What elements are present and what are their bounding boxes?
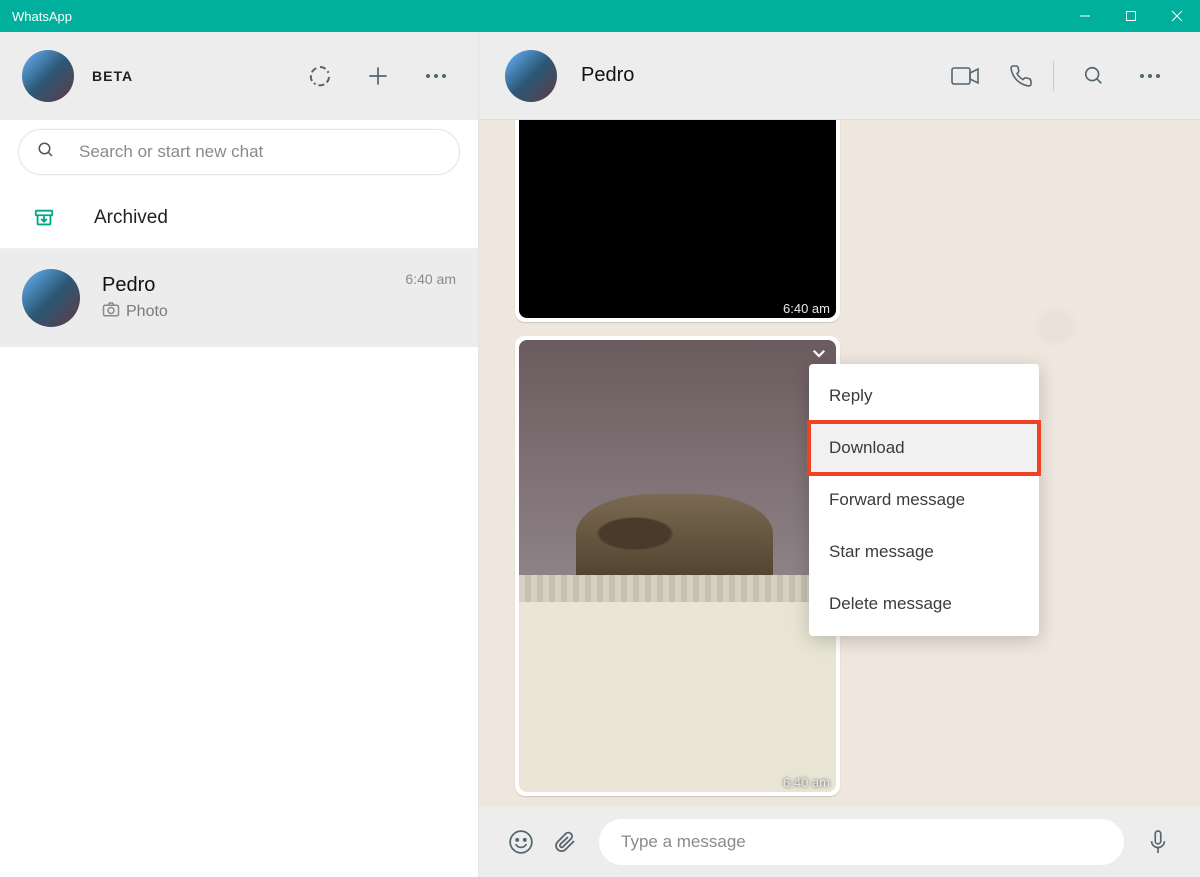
chat-preview: Photo (102, 301, 405, 322)
profile-avatar[interactable] (22, 50, 74, 102)
ctx-star[interactable]: Star message (809, 526, 1039, 578)
window-minimize-button[interactable] (1062, 0, 1108, 32)
beta-badge: BETA (92, 68, 133, 84)
window-maximize-button[interactable] (1108, 0, 1154, 32)
messages-area[interactable]: 6:40 am 6:40 am Reply (479, 120, 1200, 807)
emoji-icon[interactable] (499, 820, 543, 864)
message-menu-chevron-icon[interactable] (808, 342, 830, 364)
archived-icon (22, 207, 66, 229)
ctx-reply[interactable]: Reply (809, 370, 1039, 422)
new-chat-icon[interactable] (358, 56, 398, 96)
ctx-forward[interactable]: Forward message (809, 474, 1039, 526)
video-call-icon[interactable] (941, 52, 989, 100)
message-time: 6:40 am (783, 301, 830, 316)
chat-preview-text: Photo (126, 303, 168, 321)
header-separator (1053, 61, 1054, 91)
message-input[interactable]: Type a message (599, 819, 1124, 865)
photo-icon (102, 301, 126, 322)
sidebar-header: BETA (0, 32, 478, 120)
menu-icon[interactable] (416, 56, 456, 96)
chat-name: Pedro (102, 274, 405, 297)
window-close-button[interactable] (1154, 0, 1200, 32)
message-bubble[interactable]: 6:40 am (515, 336, 840, 796)
archived-label: Archived (94, 207, 168, 229)
message-time: 6:40 am (783, 775, 830, 790)
conversation-pane: Pedro (479, 32, 1200, 877)
contact-avatar[interactable] (505, 50, 557, 102)
composer: Type a message (479, 807, 1200, 877)
attach-icon[interactable] (543, 820, 587, 864)
microphone-icon[interactable] (1136, 820, 1180, 864)
search-placeholder: Search or start new chat (79, 142, 263, 162)
window-title: WhatsApp (12, 9, 72, 24)
conversation-menu-icon[interactable] (1126, 52, 1174, 100)
search-in-chat-icon[interactable] (1070, 52, 1118, 100)
message-photo (519, 340, 836, 792)
message-photo (519, 120, 836, 318)
chat-avatar (22, 269, 80, 327)
voice-call-icon[interactable] (997, 52, 1045, 100)
ctx-delete[interactable]: Delete message (809, 578, 1039, 630)
search-input[interactable]: Search or start new chat (18, 129, 460, 175)
conversation-header: Pedro (479, 32, 1200, 120)
ctx-download[interactable]: Download (809, 422, 1039, 474)
contact-name: Pedro (581, 64, 634, 87)
message-input-placeholder: Type a message (621, 832, 746, 852)
chat-list-item[interactable]: Pedro Photo 6:40 am (0, 249, 478, 347)
message-bubble[interactable]: 6:40 am (515, 120, 840, 322)
message-context-menu: Reply Download Forward message Star mess… (809, 364, 1039, 636)
archived-row[interactable]: Archived (0, 187, 478, 249)
chat-time: 6:40 am (405, 271, 456, 287)
status-icon[interactable] (300, 56, 340, 96)
sidebar: BETA (0, 32, 479, 877)
search-icon (37, 141, 55, 164)
window-titlebar: WhatsApp (0, 0, 1200, 32)
